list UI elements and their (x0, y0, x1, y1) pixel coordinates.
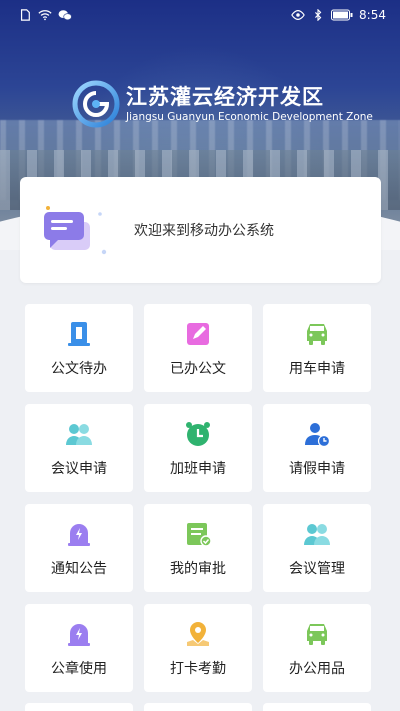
tile-seal-usage[interactable]: 公章使用 (25, 604, 133, 692)
supplies-car-icon (307, 624, 327, 645)
eye-icon (291, 10, 305, 20)
tile-office-supplies[interactable]: 办公用品 (263, 604, 371, 692)
wifi-icon (38, 10, 52, 21)
battery-icon (331, 9, 353, 21)
tile-label: 公文待办 (51, 361, 107, 377)
logo-emblem-icon (72, 80, 120, 128)
tile-pending-documents[interactable]: 公文待办 (25, 304, 133, 392)
meeting-people-icon (66, 424, 92, 445)
tile-leave-request[interactable]: 请假申请 (263, 404, 371, 492)
tile-label: 已办公文 (170, 361, 226, 377)
tile-notice[interactable]: 通知公告 (25, 504, 133, 592)
seal-icon (68, 624, 90, 646)
tile-partial (144, 703, 252, 711)
tile-my-approvals[interactable]: 我的审批 (144, 504, 252, 592)
tile-label: 办公用品 (289, 661, 345, 677)
tile-meeting-management[interactable]: 会议管理 (263, 504, 371, 592)
zone-title-cn: 江苏灌云经济开发区 (126, 85, 324, 109)
approval-icon (187, 523, 212, 547)
zone-title-en: Jiangsu Guanyun Economic Development Zon… (126, 111, 373, 123)
status-bar: 8:54 (0, 0, 400, 30)
message-icon (44, 206, 107, 255)
bluetooth-icon (315, 9, 322, 21)
car-icon (307, 324, 327, 345)
document-edit-icon (187, 323, 209, 345)
tile-label: 用车申请 (289, 361, 345, 377)
tile-label: 会议申请 (51, 461, 107, 477)
tile-label: 会议管理 (289, 561, 345, 577)
tile-label: 加班申请 (170, 461, 226, 477)
tile-partial (263, 703, 371, 711)
welcome-text: 欢迎来到移动办公系统 (134, 223, 274, 239)
function-grid: 公文待办 已办公文 用车申请 会议申请 加班申请 请假申请 通知公告 我的审批 … (25, 304, 375, 692)
tile-attendance[interactable]: 打卡考勤 (144, 604, 252, 692)
tile-car-request[interactable]: 用车申请 (263, 304, 371, 392)
tile-meeting-request[interactable]: 会议申请 (25, 404, 133, 492)
wechat-icon (58, 10, 72, 21)
tile-label: 请假申请 (289, 461, 345, 477)
sim-icon (20, 9, 30, 21)
tile-partial (25, 703, 133, 711)
location-pin-icon (187, 622, 209, 646)
meeting-manage-icon (304, 524, 330, 545)
tile-label: 通知公告 (51, 561, 107, 577)
next-row-partial (25, 703, 375, 711)
tile-label: 我的审批 (170, 561, 226, 577)
status-time: 8:54 (359, 8, 386, 22)
zone-logo: 江苏灌云经济开发区 Jiangsu Guanyun Economic Devel… (72, 80, 373, 128)
tile-completed-documents[interactable]: 已办公文 (144, 304, 252, 392)
document-pending-icon (68, 322, 90, 346)
tile-label: 公章使用 (51, 661, 107, 677)
alarm-clock-icon (186, 422, 210, 446)
welcome-card: 欢迎来到移动办公系统 (20, 177, 381, 283)
notice-bolt-icon (68, 524, 90, 546)
tile-overtime-request[interactable]: 加班申请 (144, 404, 252, 492)
person-clock-icon (305, 423, 331, 448)
tile-label: 打卡考勤 (170, 661, 226, 677)
